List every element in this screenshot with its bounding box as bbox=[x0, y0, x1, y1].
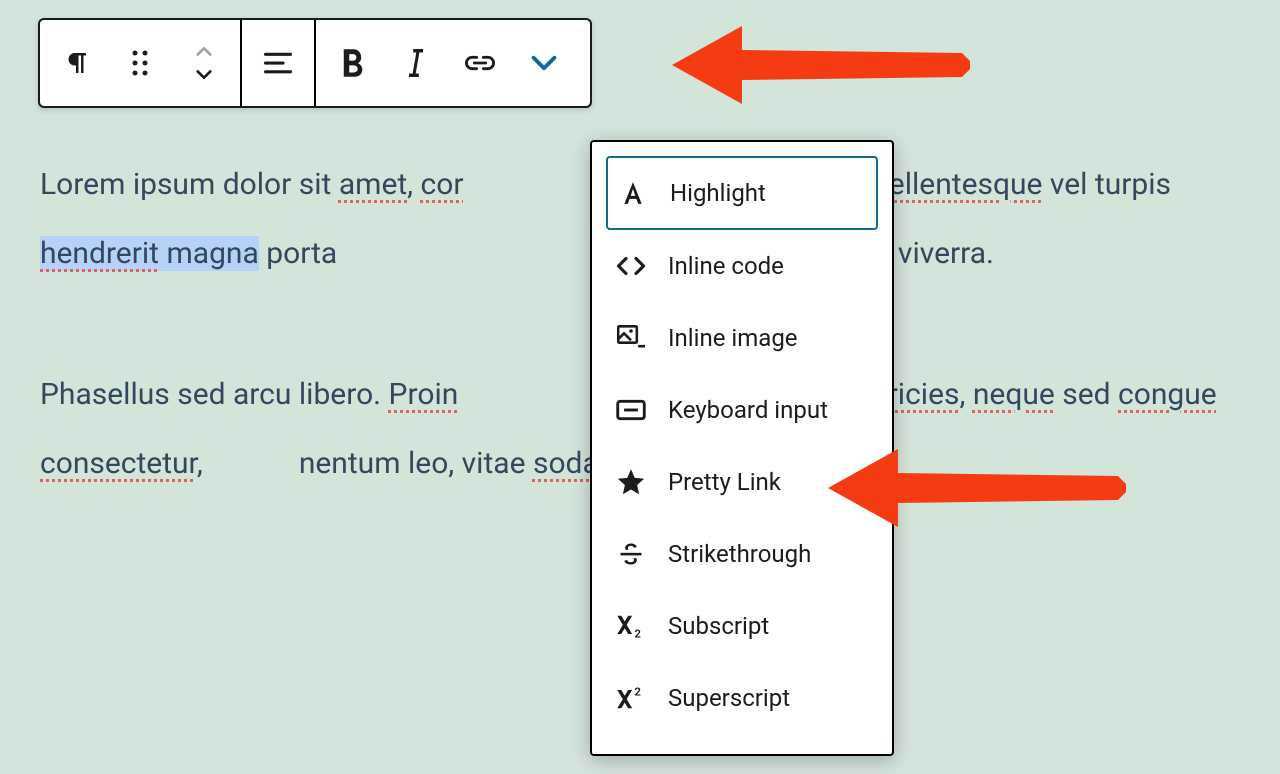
menu-item-label: Inline image bbox=[668, 324, 870, 352]
strikethrough-icon bbox=[614, 537, 648, 571]
svg-text:2: 2 bbox=[634, 685, 641, 699]
menu-item-label: Highlight bbox=[670, 179, 868, 207]
menu-item-label: Strikethrough bbox=[668, 540, 870, 568]
paragraph-icon[interactable] bbox=[46, 33, 106, 93]
menu-item-subscript[interactable]: 2 Subscript bbox=[592, 590, 892, 662]
link-icon[interactable] bbox=[450, 33, 510, 93]
block-toolbar bbox=[38, 18, 592, 108]
menu-item-label: Keyboard input bbox=[668, 396, 870, 424]
menu-item-strike[interactable]: Strikethrough bbox=[592, 518, 892, 590]
menu-item-superscript[interactable]: 2 Superscript bbox=[592, 662, 892, 734]
star-icon bbox=[614, 465, 648, 499]
menu-item-pretty-link[interactable]: Pretty Link bbox=[592, 446, 892, 518]
menu-item-label: Superscript bbox=[668, 684, 870, 712]
move-updown-icon[interactable] bbox=[174, 33, 234, 93]
svg-text:2: 2 bbox=[634, 626, 641, 639]
menu-item-highlight[interactable]: Highlight bbox=[606, 156, 878, 230]
chevron-down-icon[interactable] bbox=[514, 33, 584, 93]
more-rich-text-menu: Highlight Inline code Inline image bbox=[590, 140, 894, 756]
menu-item-keyboard[interactable]: Keyboard input bbox=[592, 374, 892, 446]
bold-icon[interactable] bbox=[322, 33, 382, 93]
code-icon bbox=[614, 249, 648, 283]
menu-item-label: Pretty Link bbox=[668, 468, 870, 496]
align-icon[interactable] bbox=[248, 33, 308, 93]
menu-item-label: Inline code bbox=[668, 252, 870, 280]
superscript-icon: 2 bbox=[614, 681, 648, 715]
highlight-icon bbox=[616, 176, 650, 210]
drag-handle-icon[interactable] bbox=[110, 33, 170, 93]
italic-icon[interactable] bbox=[386, 33, 446, 93]
image-icon bbox=[614, 321, 648, 355]
subscript-icon: 2 bbox=[614, 609, 648, 643]
keyboard-icon bbox=[614, 393, 648, 427]
menu-item-inline-image[interactable]: Inline image bbox=[592, 302, 892, 374]
menu-item-inline-code[interactable]: Inline code bbox=[592, 230, 892, 302]
menu-item-label: Subscript bbox=[668, 612, 870, 640]
annotation-arrow-top bbox=[672, 20, 972, 110]
